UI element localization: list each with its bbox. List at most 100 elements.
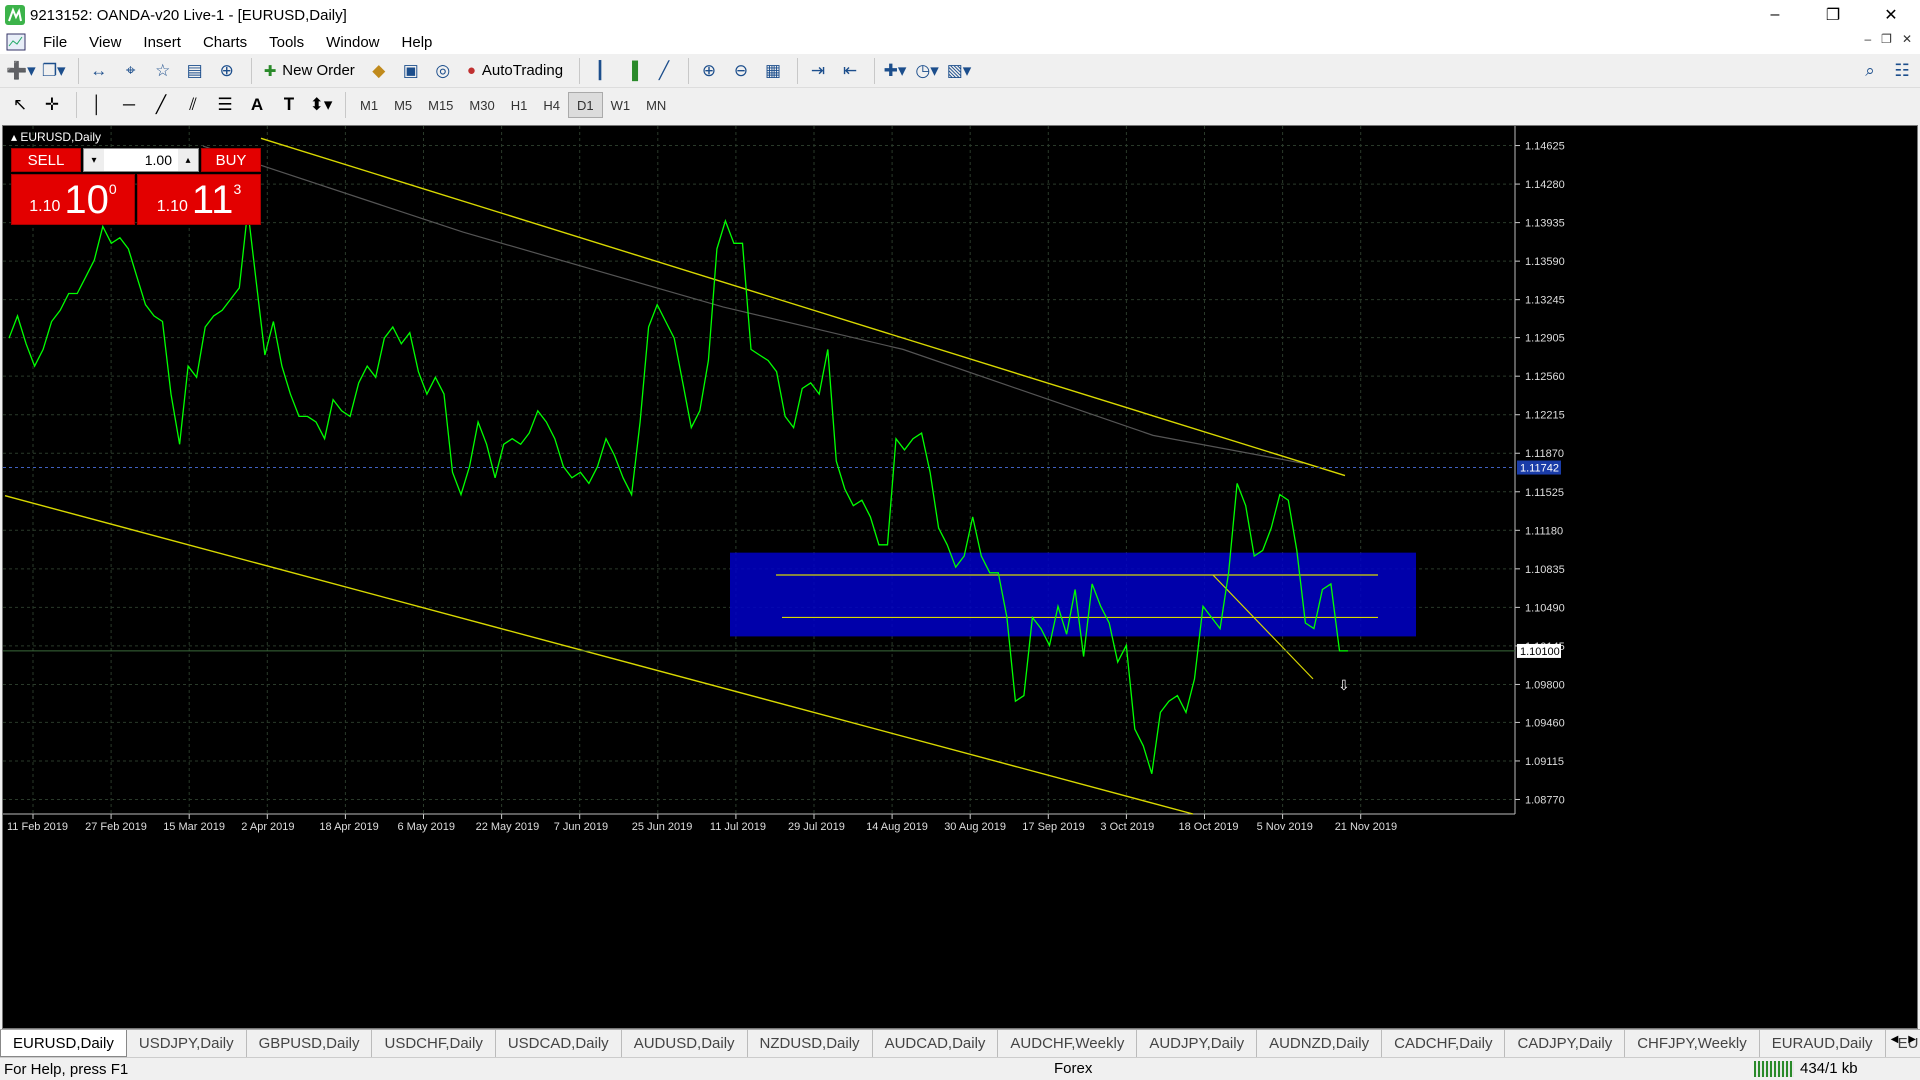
new-order-button[interactable]: ✚ New Order — [258, 57, 361, 85]
zoom-in-icon[interactable]: ⊕ — [695, 57, 723, 85]
search-icon[interactable]: ⌕ — [1856, 57, 1884, 85]
candlestick-icon[interactable]: ▐ — [618, 57, 646, 85]
chat-icon[interactable]: ☷ — [1888, 57, 1916, 85]
mdi-restore-button[interactable]: ❐ — [1881, 32, 1892, 46]
lower-trendline — [4, 495, 1194, 815]
navigator-icon[interactable]: ☆ — [149, 57, 177, 85]
symbol-tab[interactable]: EURAUD,Daily — [1760, 1030, 1886, 1057]
menu-help[interactable]: Help — [391, 34, 444, 51]
collapse-icon[interactable]: ▴ — [11, 130, 17, 144]
horizontal-line-icon[interactable]: ─ — [115, 91, 143, 119]
close-button[interactable]: ✕ — [1862, 0, 1920, 30]
x-tick-label: 30 Aug 2019 — [944, 821, 1006, 833]
symbol-tab[interactable]: NZDUSD,Daily — [748, 1030, 873, 1057]
support-resistance-zone — [730, 552, 1416, 637]
periods-icon[interactable]: ◷▾ — [913, 57, 941, 85]
chart-window-icon[interactable] — [6, 33, 26, 51]
line-chart-icon[interactable]: ╱ — [650, 57, 678, 85]
lot-size-field[interactable]: ▾ 1.00 ▴ — [83, 148, 199, 172]
symbol-tab[interactable]: AUDCHF,Weekly — [998, 1030, 1138, 1057]
timeframe-m5[interactable]: M5 — [386, 92, 420, 118]
menu-view[interactable]: View — [78, 34, 132, 51]
timeframe-w1[interactable]: W1 — [603, 92, 639, 118]
metaeditor-icon[interactable]: ◆ — [365, 57, 393, 85]
new-chart-icon[interactable]: ➕▾ — [6, 57, 36, 85]
timeframe-d1[interactable]: D1 — [567, 92, 603, 118]
market-icon[interactable]: ◎ — [429, 57, 457, 85]
fibonacci-icon[interactable]: ☰ — [211, 91, 239, 119]
symbol-tab[interactable]: AUDNZD,Daily — [1257, 1030, 1383, 1057]
timeframe-m1[interactable]: M1 — [352, 92, 386, 118]
buy-price-prefix: 1.10 — [156, 197, 188, 215]
menu-file[interactable]: File — [32, 34, 78, 51]
tab-scroll-right-icon[interactable]: ▶ — [1908, 1034, 1916, 1045]
bar-chart-icon[interactable]: ┃ — [586, 57, 614, 85]
timeframe-mn[interactable]: MN — [638, 92, 674, 118]
minimize-button[interactable]: – — [1746, 0, 1804, 30]
x-tick-label: 18 Apr 2019 — [319, 821, 378, 833]
symbol-tab[interactable]: CHFJPY,Weekly — [1625, 1030, 1760, 1057]
connection-bars-icon — [1754, 1060, 1794, 1077]
zoom-out-icon[interactable]: ⊖ — [727, 57, 755, 85]
lot-size-value[interactable]: 1.00 — [104, 152, 178, 168]
autoscroll-icon[interactable]: ⇥ — [804, 57, 832, 85]
symbol-tab[interactable]: AUDJPY,Daily — [1137, 1030, 1258, 1057]
timeframe-m15[interactable]: M15 — [420, 92, 461, 118]
lot-dropdown-icon[interactable]: ▾ — [84, 149, 104, 171]
symbol-tab[interactable]: GBPUSD,Daily — [247, 1030, 373, 1057]
channel-icon[interactable]: ⫽ — [179, 91, 207, 119]
text-label-icon[interactable]: 𝐓 — [275, 91, 303, 119]
symbol-tab[interactable]: AUDCAD,Daily — [873, 1030, 999, 1057]
autotrading-button[interactable]: ● AutoTrading — [461, 57, 569, 85]
strategy-tester-icon[interactable]: ⊕ — [213, 57, 241, 85]
vertical-line-icon[interactable]: │ — [83, 91, 111, 119]
buy-price[interactable]: 1.10 11 3 — [137, 174, 261, 225]
timeframe-m30[interactable]: M30 — [461, 92, 502, 118]
symbol-tab[interactable]: EURUSD,Daily — [0, 1030, 127, 1057]
buy-button[interactable]: BUY — [201, 148, 261, 172]
y-tick-label: 1.09115 — [1525, 756, 1564, 768]
menu-insert[interactable]: Insert — [132, 34, 192, 51]
timeframe-h1[interactable]: H1 — [503, 92, 536, 118]
symbol-tab[interactable]: CADCHF,Daily — [1382, 1030, 1506, 1057]
profiles-icon[interactable]: ❐▾ — [40, 57, 68, 85]
menu-tools[interactable]: Tools — [258, 34, 315, 51]
restore-button[interactable]: ❐ — [1804, 0, 1862, 30]
sell-price[interactable]: 1.10 10 0 — [11, 174, 135, 225]
chart-shift-icon[interactable]: ⇤ — [836, 57, 864, 85]
crosshair-icon[interactable]: ✛ — [38, 91, 66, 119]
chart-window[interactable]: 1.14625 1.14280 1.13935 1.13590 1.13245 1.129… — [2, 125, 1918, 1029]
symbol-tab[interactable]: USDCHF,Daily — [372, 1030, 496, 1057]
x-tick-label: 2 Apr 2019 — [241, 821, 294, 833]
trendline-icon[interactable]: ╱ — [147, 91, 175, 119]
tab-scroll-left-icon[interactable]: ◀ — [1891, 1034, 1899, 1045]
text-icon[interactable]: A — [243, 91, 271, 119]
mdi-close-button[interactable]: ✕ — [1902, 32, 1912, 46]
menu-charts[interactable]: Charts — [192, 34, 258, 51]
y-tick-label: 1.11870 — [1525, 448, 1564, 460]
market-watch-icon[interactable]: ↔ — [85, 57, 113, 85]
cursor-icon[interactable]: ↖ — [6, 91, 34, 119]
sell-button[interactable]: SELL — [11, 148, 81, 172]
symbol-tab[interactable]: AUDUSD,Daily — [622, 1030, 748, 1057]
data-window-icon[interactable]: ⌖ — [117, 57, 145, 85]
menu-window[interactable]: Window — [315, 34, 390, 51]
symbol-tab[interactable]: USDJPY,Daily — [127, 1030, 247, 1057]
y-tick-label: 1.12560 — [1525, 371, 1565, 383]
timeframe-h4[interactable]: H4 — [535, 92, 568, 118]
y-tick-label: 1.12905 — [1525, 333, 1565, 345]
tile-windows-icon[interactable]: ▦ — [759, 57, 787, 85]
mdi-minimize-button[interactable]: – — [1864, 32, 1871, 46]
symbol-tab[interactable]: USDCAD,Daily — [496, 1030, 622, 1057]
price-chart[interactable]: 1.14625 1.14280 1.13935 1.13590 1.13245 1.129… — [3, 126, 1917, 1028]
buy-price-pips: 11 — [191, 177, 234, 222]
indicators-icon[interactable]: ✚▾ — [881, 57, 909, 85]
y-tick-label: 1.13935 — [1525, 218, 1565, 230]
sell-price-fraction: 0 — [108, 181, 117, 197]
templates-icon[interactable]: ▧▾ — [945, 57, 973, 85]
lot-up-icon[interactable]: ▴ — [178, 149, 198, 171]
arrows-icon[interactable]: ⬍▾ — [307, 91, 335, 119]
symbol-tab[interactable]: CADJPY,Daily — [1505, 1030, 1626, 1057]
signals-icon[interactable]: ▣ — [397, 57, 425, 85]
terminal-icon[interactable]: ▤ — [181, 57, 209, 85]
